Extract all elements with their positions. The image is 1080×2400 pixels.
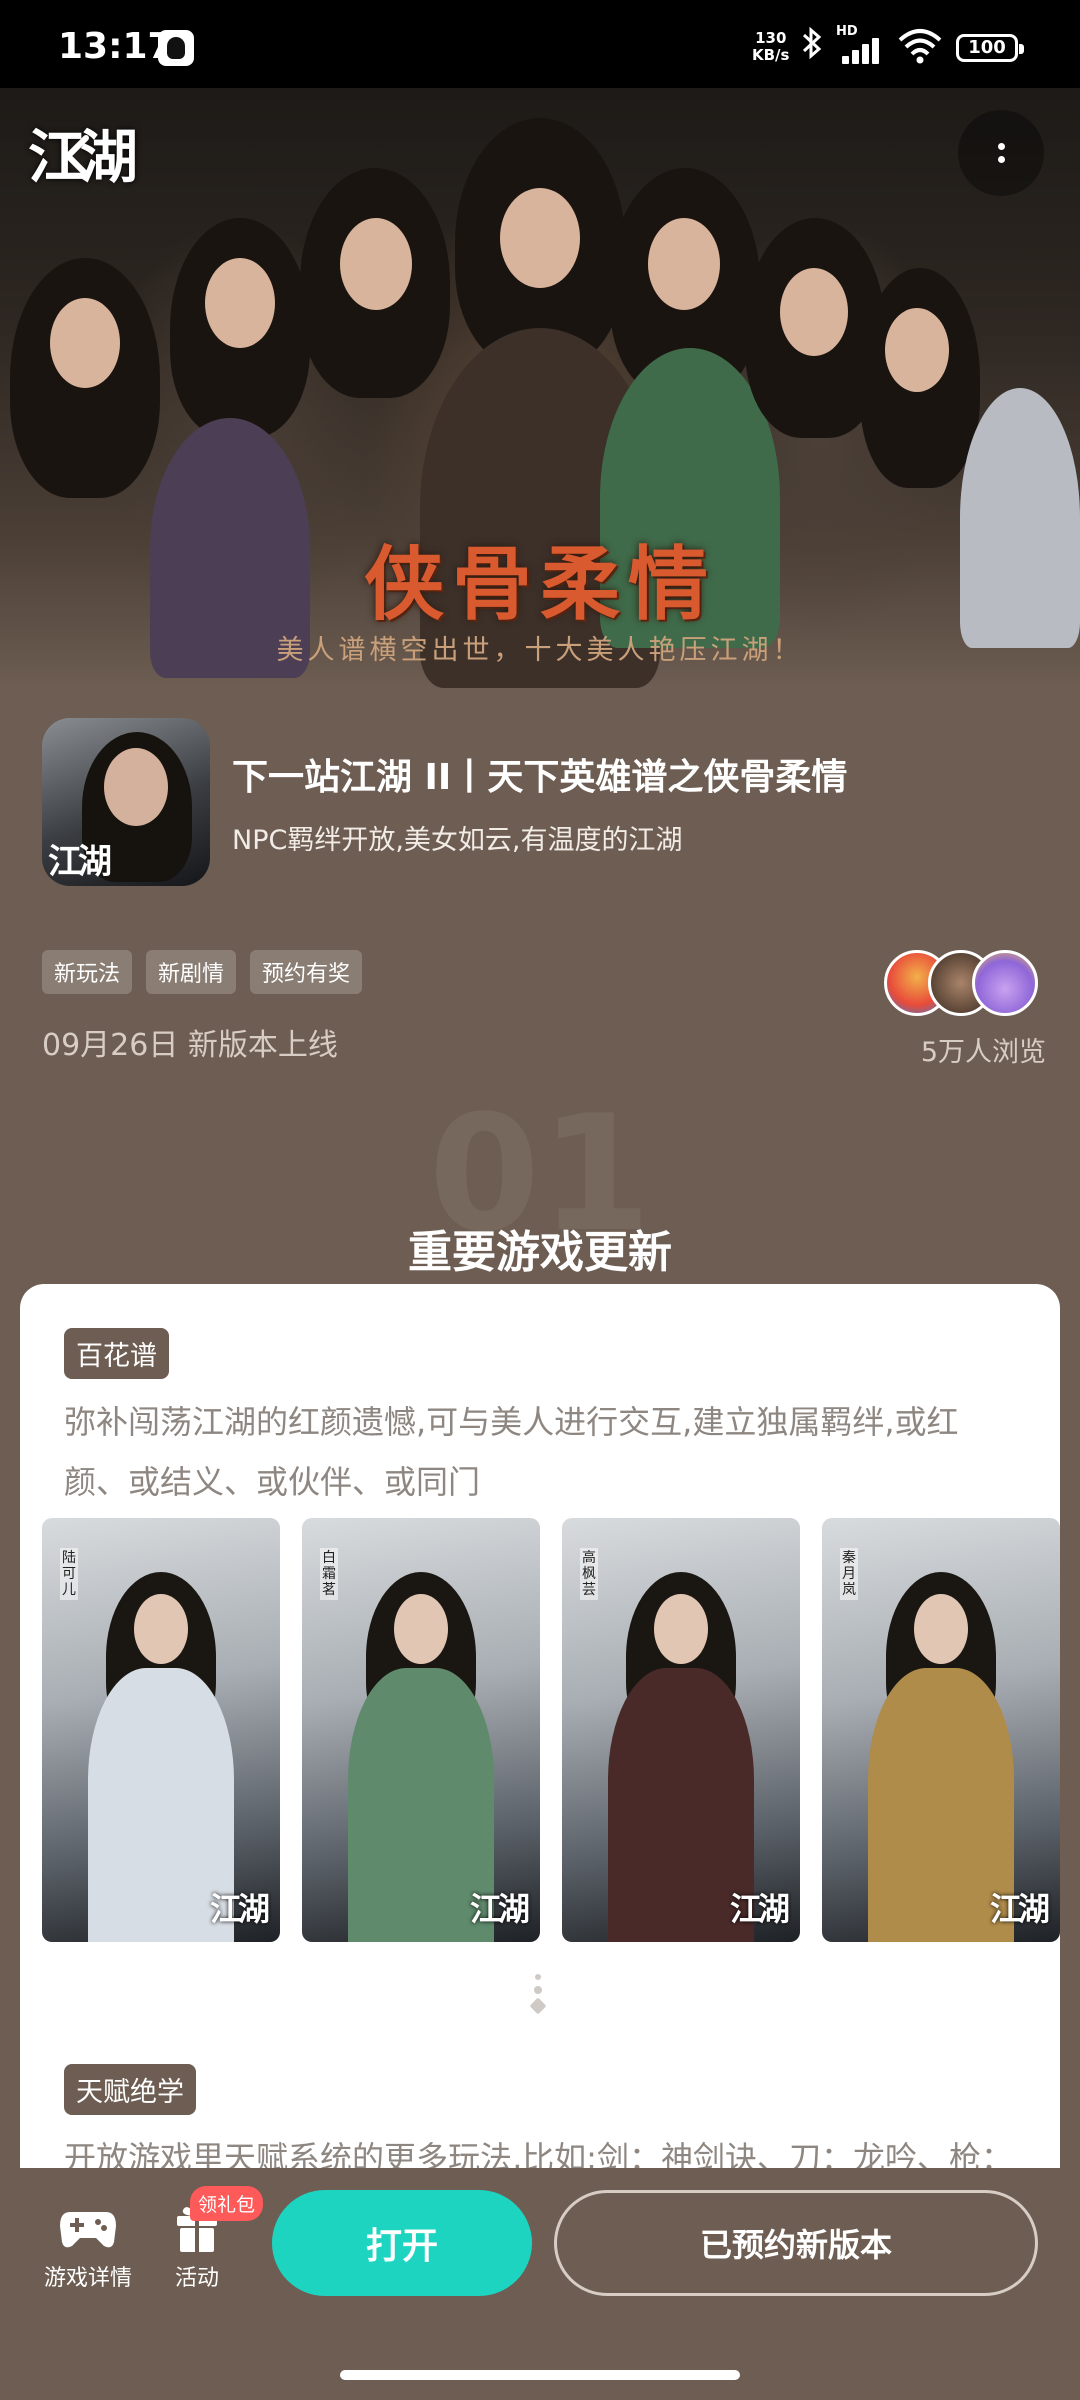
hero-character-face bbox=[885, 308, 949, 392]
character-thumbnail[interactable]: 白霜茗 江湖 bbox=[302, 1518, 540, 1942]
tag-new-story: 新剧情 bbox=[146, 950, 237, 994]
hero-character-face bbox=[780, 268, 848, 356]
feature-badge: 百花谱 bbox=[64, 1328, 169, 1379]
tag-new-gameplay: 新玩法 bbox=[42, 950, 133, 994]
game-app-icon[interactable]: 江湖 bbox=[42, 718, 210, 886]
home-indicator[interactable] bbox=[340, 2370, 740, 2380]
release-date: 09月26日 新版本上线 bbox=[42, 1028, 338, 1063]
gift-badge: 领礼包 bbox=[190, 2186, 264, 2221]
hero-slogan-subtitle: 美人谱横空出世，十大美人艳压江湖！ bbox=[276, 635, 804, 666]
bottom-action-bar: 游戏详情 活动 领礼包 打开 已预约新版本 bbox=[0, 2168, 1080, 2400]
signal-icon bbox=[842, 36, 886, 64]
game-details-label: 游戏详情 bbox=[43, 2266, 132, 2291]
hero-character-face bbox=[340, 218, 412, 310]
game-details-button[interactable]: 游戏详情 bbox=[40, 2198, 136, 2292]
thumbnail-logo: 江湖 bbox=[469, 1890, 530, 1928]
view-count: 5万人浏览 bbox=[920, 1037, 1046, 1068]
character-gallery[interactable]: 陆可儿 江湖 白霜茗 江湖 高枫芸 江湖 秦月岚 江湖 bbox=[42, 1518, 1060, 1942]
character-thumbnail[interactable]: 陆可儿 江湖 bbox=[42, 1518, 280, 1942]
wifi-icon bbox=[898, 28, 942, 64]
game-subtitle: NPC羁绊开放,美女如云,有温度的江湖 bbox=[232, 825, 683, 856]
network-speed-unit: KB/s bbox=[752, 46, 790, 64]
update-card: 百花谱 弥补闯荡江湖的红颜遗憾,可与美人进行交互,建立独属羁绊,或红颜、或结义、… bbox=[20, 1284, 1060, 2284]
character-thumbnail[interactable]: 秦月岚 江湖 bbox=[822, 1518, 1060, 1942]
network-speed-value: 130 bbox=[755, 29, 787, 47]
hero-character-face bbox=[50, 298, 120, 388]
game-app-icon-logo: 江湖 bbox=[48, 842, 112, 882]
status-bar: 13:17 130 KB/s HD 100 bbox=[0, 0, 1080, 88]
character-name: 陆可儿 bbox=[60, 1548, 78, 1600]
feature-badge: 天赋绝学 bbox=[64, 2064, 196, 2115]
back-button[interactable] bbox=[46, 124, 110, 188]
avatar bbox=[972, 950, 1038, 1016]
character-name: 秦月岚 bbox=[840, 1548, 858, 1600]
chevron-left-icon bbox=[65, 135, 89, 177]
character-name: 高枫芸 bbox=[580, 1548, 598, 1600]
bluetooth-icon bbox=[800, 26, 824, 68]
activity-label: 活动 bbox=[174, 2266, 219, 2291]
section-title: 重要游戏更新 bbox=[408, 1227, 672, 1278]
feature-description: 弥补闯荡江湖的红颜遗憾,可与美人进行交互,建立独属羁绊,或红颜、或结义、或伙伴、… bbox=[64, 1403, 959, 1501]
thumbnail-logo: 江湖 bbox=[989, 1890, 1050, 1928]
hero-slogan: 侠骨柔情 bbox=[364, 537, 716, 631]
status-time: 13:17 bbox=[58, 26, 173, 67]
character-name: 白霜茗 bbox=[320, 1548, 338, 1600]
divider-dots bbox=[528, 1974, 548, 2024]
character-thumbnail[interactable]: 高枫芸 江湖 bbox=[562, 1518, 800, 1942]
more-options-button[interactable] bbox=[958, 110, 1044, 196]
open-button[interactable]: 打开 bbox=[272, 2190, 532, 2296]
network-speed: 130 KB/s bbox=[752, 30, 789, 64]
tag-reservation-reward: 预约有奖 bbox=[250, 950, 363, 994]
reserved-new-version-button[interactable]: 已预约新版本 bbox=[554, 2190, 1038, 2296]
viewer-avatars bbox=[884, 950, 1040, 1018]
hero-character-face bbox=[648, 218, 720, 310]
game-title: 下一站江湖 II丨天下英雄谱之侠骨柔情 bbox=[232, 757, 848, 798]
thumbnail-logo: 江湖 bbox=[729, 1890, 790, 1928]
hero-banner: 江湖 侠骨柔情 美人谱横空出世，十大美人艳压江湖！ bbox=[0, 88, 1080, 688]
thumbnail-logo: 江湖 bbox=[209, 1890, 270, 1928]
more-dot bbox=[997, 143, 1005, 150]
battery-indicator: 100 bbox=[956, 34, 1024, 62]
more-dot bbox=[997, 156, 1005, 163]
qq-notification-icon bbox=[158, 30, 194, 66]
gamepad-icon bbox=[58, 2198, 118, 2254]
hero-character-face bbox=[205, 258, 275, 348]
hero-character-face bbox=[500, 188, 580, 288]
tag-list: 新玩法 新剧情 预约有奖 bbox=[42, 950, 363, 994]
